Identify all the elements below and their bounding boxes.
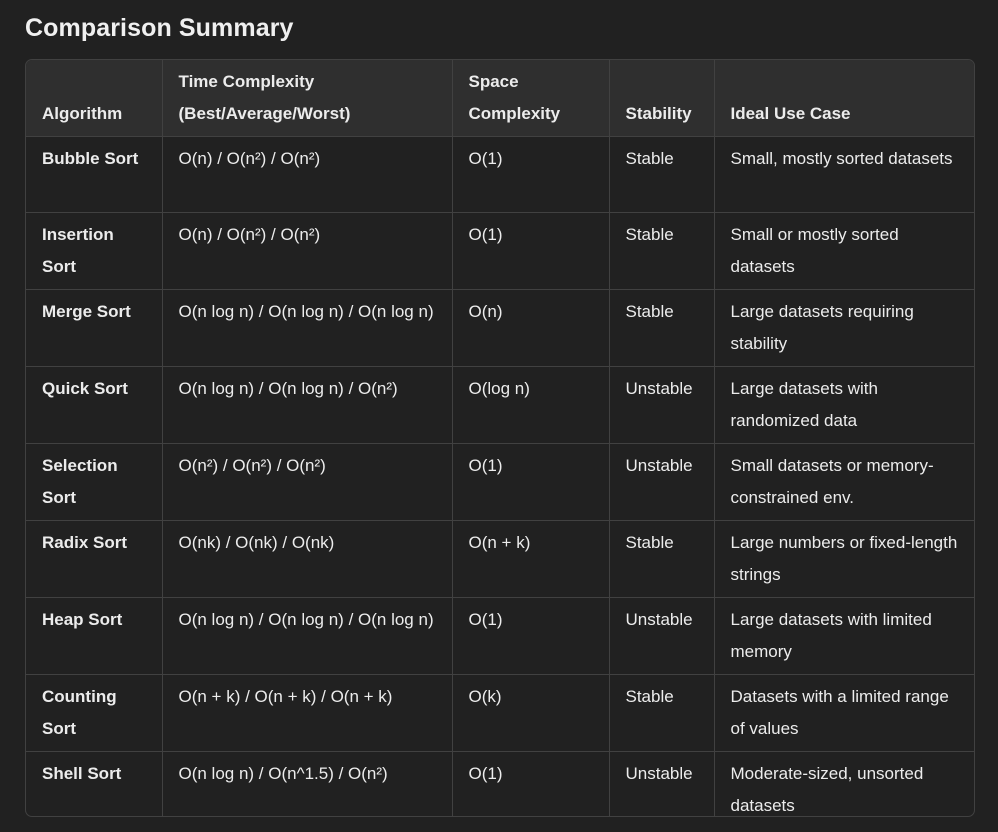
time-complexity-cell: O(nk) / O(nk) / O(nk)	[162, 520, 453, 598]
stability-cell: Stable	[609, 136, 715, 213]
column-header-time-complexity: Time Complexity (Best/Average/Worst)	[162, 60, 453, 137]
time-complexity-cell: O(n log n) / O(n log n) / O(n log n)	[162, 597, 453, 675]
use-case-cell: Large datasets with limited memory	[714, 597, 974, 675]
stability-cell: Stable	[609, 289, 715, 367]
stability-cell: Stable	[609, 674, 715, 752]
column-header-algorithm: Algorithm	[26, 60, 163, 137]
space-complexity-cell: O(log n)	[452, 366, 610, 444]
algorithm-cell: Heap Sort	[26, 597, 163, 675]
space-complexity-cell: O(k)	[452, 674, 610, 752]
table-header: Algorithm Time Complexity (Best/Average/…	[26, 60, 974, 137]
space-complexity-cell: O(1)	[452, 597, 610, 675]
algorithm-cell: Quick Sort	[26, 366, 163, 444]
stability-cell: Unstable	[609, 751, 715, 816]
table-body: Bubble Sort O(n) / O(n²) / O(n²) O(1) St…	[26, 136, 974, 816]
table-row: Insertion Sort O(n) / O(n²) / O(n²) O(1)…	[26, 212, 974, 290]
page: Comparison Summary Algorithm Time Comple…	[0, 0, 998, 832]
algorithm-cell: Selection Sort	[26, 443, 163, 521]
space-complexity-cell: O(1)	[452, 751, 610, 816]
stability-cell: Unstable	[609, 597, 715, 675]
column-header-stability: Stability	[609, 60, 715, 137]
table-row: Radix Sort O(nk) / O(nk) / O(nk) O(n + k…	[26, 520, 974, 598]
time-complexity-cell: O(n log n) / O(n log n) / O(n²)	[162, 366, 453, 444]
table-row: Heap Sort O(n log n) / O(n log n) / O(n …	[26, 597, 974, 675]
time-complexity-cell: O(n log n) / O(n log n) / O(n log n)	[162, 289, 453, 367]
space-complexity-cell: O(1)	[452, 443, 610, 521]
use-case-cell: Small, mostly sorted datasets	[714, 136, 974, 213]
time-complexity-cell: O(n + k) / O(n + k) / O(n + k)	[162, 674, 453, 752]
time-complexity-cell: O(n) / O(n²) / O(n²)	[162, 212, 453, 290]
algorithm-cell: Insertion Sort	[26, 212, 163, 290]
time-complexity-cell: O(n²) / O(n²) / O(n²)	[162, 443, 453, 521]
space-complexity-cell: O(1)	[452, 136, 610, 213]
stability-cell: Unstable	[609, 443, 715, 521]
time-complexity-cell: O(n) / O(n²) / O(n²)	[162, 136, 453, 213]
comparison-table-container: Algorithm Time Complexity (Best/Average/…	[25, 59, 975, 817]
use-case-cell: Datasets with a limited range of values	[714, 674, 974, 752]
algorithm-cell: Merge Sort	[26, 289, 163, 367]
use-case-cell: Small or mostly sorted datasets	[714, 212, 974, 290]
use-case-cell: Large datasets with randomized data	[714, 366, 974, 444]
time-complexity-cell: O(n log n) / O(n^1.5) / O(n²)	[162, 751, 453, 816]
table-row: Selection Sort O(n²) / O(n²) / O(n²) O(1…	[26, 443, 974, 521]
use-case-cell: Large datasets requiring stability	[714, 289, 974, 367]
use-case-cell: Moderate-sized, unsorted datasets	[730, 763, 924, 815]
space-complexity-cell: O(1)	[452, 212, 610, 290]
table-row: Shell Sort O(n log n) / O(n^1.5) / O(n²)…	[26, 751, 974, 816]
comparison-table: Algorithm Time Complexity (Best/Average/…	[26, 60, 974, 816]
column-header-ideal-use-case: Ideal Use Case	[714, 60, 974, 137]
header-row: Algorithm Time Complexity (Best/Average/…	[26, 60, 974, 137]
use-case-cell: Large numbers or fixed-length strings	[714, 520, 974, 598]
algorithm-cell: Radix Sort	[26, 520, 163, 598]
table-row: Counting Sort O(n + k) / O(n + k) / O(n …	[26, 674, 974, 752]
stability-cell: Stable	[609, 212, 715, 290]
table-row: Bubble Sort O(n) / O(n²) / O(n²) O(1) St…	[26, 136, 974, 213]
table-row: Quick Sort O(n log n) / O(n log n) / O(n…	[26, 366, 974, 444]
stability-cell: Stable	[609, 520, 715, 598]
column-header-space-complexity: Space Complexity	[452, 60, 610, 137]
algorithm-cell: Bubble Sort	[26, 136, 163, 213]
algorithm-cell: Counting Sort	[26, 674, 163, 752]
space-complexity-cell: O(n + k)	[452, 520, 610, 598]
stability-cell: Unstable	[609, 366, 715, 444]
space-complexity-cell: O(n)	[452, 289, 610, 367]
table-row: Merge Sort O(n log n) / O(n log n) / O(n…	[26, 289, 974, 367]
algorithm-cell: Shell Sort	[26, 751, 163, 816]
use-case-cell: Small datasets or memory-constrained env…	[714, 443, 974, 521]
section-heading: Comparison Summary	[25, 14, 294, 42]
